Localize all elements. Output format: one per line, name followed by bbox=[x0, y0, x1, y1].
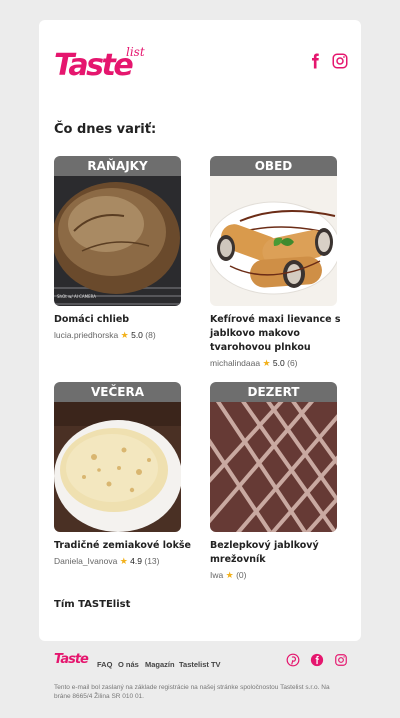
recipe-meta: Daniela_Ivanova ★ 4.9 (13) bbox=[54, 556, 181, 567]
facebook-icon[interactable] bbox=[310, 653, 324, 667]
recipe-rating-count: (8) bbox=[145, 330, 156, 340]
recipe-photo-crepes[interactable] bbox=[210, 176, 337, 306]
recipe-photo-lattice-cake[interactable] bbox=[210, 402, 337, 532]
star-icon: ★ bbox=[120, 330, 129, 340]
footer-link-tv[interactable]: Tastelist TV bbox=[179, 660, 221, 669]
section-heading: Čo dnes variť: bbox=[54, 122, 157, 137]
recipe-card-dessert[interactable]: DEZERT Bezlepkový jablkový mrežovník Iwa… bbox=[210, 382, 337, 581]
recipe-rating-count: (0) bbox=[236, 570, 247, 580]
category-label: OBED bbox=[210, 156, 337, 176]
recipe-photo-bread[interactable]: ShOt w/ AI CAMERA bbox=[54, 176, 181, 306]
legal-notice: Tento e-mail bol zaslaný na základe regi… bbox=[54, 684, 330, 700]
recipe-meta: Iwa ★ (0) bbox=[210, 570, 337, 581]
recipe-author[interactable]: lucia.priedhorska bbox=[54, 330, 118, 340]
signoff-text: Tím TASTElist bbox=[54, 599, 131, 610]
star-icon: ★ bbox=[119, 556, 128, 566]
facebook-icon[interactable] bbox=[306, 52, 324, 70]
category-label: RAŇAJKY bbox=[54, 156, 181, 176]
footer-link-magazine[interactable]: Magazín bbox=[145, 660, 175, 669]
logo-subword: list bbox=[126, 45, 145, 59]
recipe-author[interactable]: michalindaaa bbox=[210, 358, 260, 368]
recipe-title[interactable]: Kefírové maxi lievance s jablkovo makovo… bbox=[210, 313, 350, 355]
recipe-card-breakfast[interactable]: RAŇAJKY ShOt w/ AI CAMERA Domáci chlieb … bbox=[54, 156, 181, 341]
footer-link-about[interactable]: O nás bbox=[118, 660, 139, 669]
recipe-rating: 4.9 bbox=[130, 556, 142, 566]
recipe-meta: michalindaaa ★ 5.0 (6) bbox=[210, 358, 337, 369]
recipe-rating: 5.0 bbox=[272, 358, 285, 368]
recipe-card-dinner[interactable]: VEČERA Tradičné zemiakové lokše Daniela_… bbox=[54, 382, 191, 567]
recipe-meta: lucia.priedhorska ★ 5.0 (8) bbox=[54, 330, 181, 341]
category-label: VEČERA bbox=[54, 382, 181, 402]
svg-text:ShOt w/ AI CAMERA: ShOt w/ AI CAMERA bbox=[57, 294, 96, 299]
footer-logo[interactable]: Taste bbox=[54, 652, 89, 667]
recipe-title[interactable]: Tradičné zemiakové lokše bbox=[54, 539, 194, 553]
star-icon: ★ bbox=[262, 358, 271, 368]
recipe-rating-count: (6) bbox=[287, 358, 298, 368]
instagram-icon[interactable] bbox=[331, 52, 349, 70]
recipe-author[interactable]: Daniela_Ivanova bbox=[54, 556, 117, 566]
footer-link-faq[interactable]: FAQ bbox=[97, 660, 112, 669]
recipe-card-lunch[interactable]: OBED Kefírové maxi lievance s jablkovo m… bbox=[210, 156, 341, 369]
category-label: DEZERT bbox=[210, 382, 337, 402]
pinterest-icon[interactable] bbox=[286, 653, 300, 667]
star-icon: ★ bbox=[225, 570, 234, 580]
recipe-rating: 5.0 bbox=[131, 330, 143, 340]
recipe-author[interactable]: Iwa bbox=[210, 570, 223, 580]
recipe-rating-count: (13) bbox=[144, 556, 160, 566]
recipe-photo-flatbread[interactable] bbox=[54, 402, 181, 532]
recipe-title[interactable]: Bezlepkový jablkový mrežovník bbox=[210, 539, 350, 567]
recipe-title[interactable]: Domáci chlieb bbox=[54, 313, 194, 327]
logo-wordmark: Taste bbox=[54, 48, 134, 83]
instagram-icon[interactable] bbox=[334, 653, 348, 667]
tastelist-logo[interactable]: Taste list bbox=[54, 46, 146, 86]
